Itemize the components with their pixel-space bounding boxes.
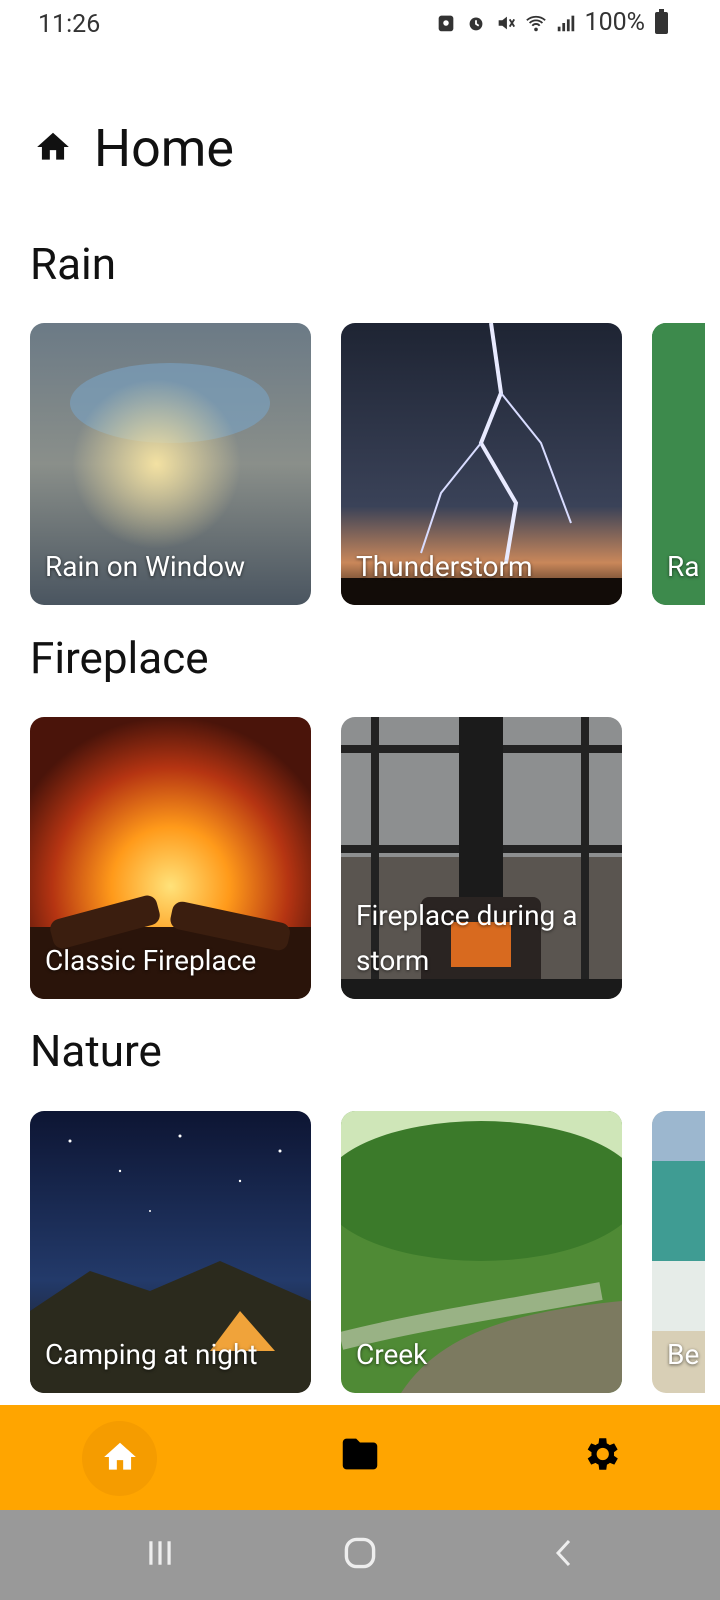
battery-level: 100% [584,8,645,37]
card-nature-partial[interactable]: Be [652,1111,705,1393]
section-title-rain: Rain [30,238,117,290]
fireplace-carousel[interactable]: Classic Fireplace Fireplace during a sto… [30,717,705,999]
card-label: Be [667,1338,700,1371]
section-title-nature: Nature [30,1025,162,1077]
recent-apps-button[interactable] [136,1535,184,1575]
status-time: 11:26 [38,10,101,39]
card-rain-partial[interactable]: Ra [652,323,705,605]
card-fireplace-storm[interactable]: Fireplace during a storm [341,717,622,999]
card-label: Rain on Window [45,550,245,583]
signal-icon [555,12,577,34]
system-home-button[interactable] [336,1535,384,1575]
card-label: Classic Fireplace [45,944,257,977]
circle-home-icon [343,1536,377,1574]
page-header: Home [34,118,234,179]
alarm-icon [465,12,487,34]
back-chevron-icon [549,1538,579,1572]
card-label: Creek [356,1338,428,1371]
card-creek[interactable]: Creek [341,1111,622,1393]
card-label: Fireplace during a storm [356,899,578,977]
card-label: Camping at night [45,1338,258,1371]
lock-app-icon [435,12,457,34]
status-bar: 11:26 100% [0,0,720,52]
card-rain-on-window[interactable]: Rain on Window [30,323,311,605]
nature-carousel[interactable]: Camping at night Creek Be [30,1111,705,1393]
recent-apps-icon [144,1537,176,1573]
rain-carousel[interactable]: Rain on Window Thunderstorm Ra [30,323,705,605]
section-title-fireplace: Fireplace [30,632,209,684]
home-icon [34,128,72,170]
nav-settings-button[interactable] [577,1432,625,1480]
bottom-navigation [0,1405,720,1510]
home-icon [101,1438,139,1480]
nav-home-button[interactable] [82,1421,157,1496]
gear-icon [580,1433,622,1479]
battery-icon [655,8,668,34]
card-camping-at-night[interactable]: Camping at night [30,1111,311,1393]
mute-icon [495,12,517,34]
page-title: Home [94,118,234,179]
wifi-icon [525,12,547,34]
back-button[interactable] [540,1535,588,1575]
card-thunderstorm[interactable]: Thunderstorm [341,323,622,605]
card-label: Ra [667,550,700,583]
system-navigation-bar [0,1510,720,1600]
folder-icon [337,1431,383,1481]
card-classic-fireplace[interactable]: Classic Fireplace [30,717,311,999]
status-icons: 100% [435,8,668,37]
nav-folder-button[interactable] [336,1432,384,1480]
card-label: Thunderstorm [356,550,533,583]
